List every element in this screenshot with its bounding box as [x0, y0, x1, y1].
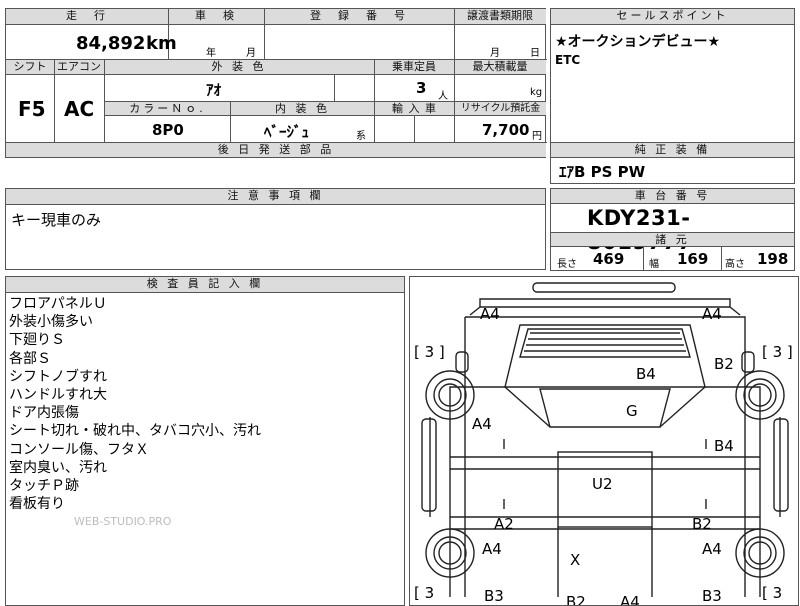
caution-header: 注 意 事 項 欄 [6, 189, 545, 205]
car-diagram-box: [ 3 ] [ 3 ] [ 3 [ 3 A4 A4 B4 B2 G A4 B4 … [409, 276, 799, 606]
inspection-year-unit: 年 [206, 48, 216, 59]
mark-fender-right: B2 [714, 355, 734, 373]
mark-door-right: B4 [714, 437, 734, 455]
capacity-header: 乗車定員 [374, 60, 454, 75]
car-outline-diagram [421, 282, 789, 597]
mark-rear-door-left: A4 [482, 540, 502, 558]
genuine-equipment-value: ｴｱB PS PW [559, 163, 646, 181]
shift-header: シフト [6, 60, 54, 75]
interior-color-suffix: 系 [356, 131, 366, 142]
color-no-header: カラーＮｏ. [105, 101, 230, 116]
genuine-equipment-header: 純 正 装 備 [551, 143, 794, 158]
interior-color-value: ﾍﾞｰｼﾞｭ [264, 123, 310, 141]
genuine-equipment-box: 純 正 装 備 ｴｱB PS PW [550, 142, 795, 184]
shift-value: F5 [18, 97, 46, 121]
sales-point-line-1: ★オークションデビュー★ [555, 34, 721, 50]
ac-header: エアコン [54, 60, 104, 75]
capacity-value: 3 [416, 79, 427, 97]
watermark: WEB-STUDIO.PRO [74, 515, 172, 528]
inspector-note: ドア内張傷 [9, 405, 79, 422]
transfer-header: 譲渡書類期限 [454, 9, 546, 25]
mark-door-left: A4 [472, 415, 492, 433]
parts-header: 後 日 発 送 部 品 [6, 143, 546, 157]
mark-front-left: A4 [480, 305, 500, 323]
width-value: 169 [677, 250, 709, 268]
sales-point-header: セールスポイント [551, 9, 794, 25]
tire-front-right-label: [ 3 ] [762, 343, 793, 361]
caution-text: キー現車のみ [11, 211, 102, 229]
tire-front-left-label: [ 3 ] [414, 343, 445, 361]
transfer-day-unit: 日 [530, 48, 540, 59]
exterior-color-value: ｱｵ [206, 81, 222, 99]
height-label: 高さ [725, 259, 745, 270]
inspector-note: フロアパネルＵ [9, 296, 107, 312]
inspector-note: 室内臭い、汚れ [9, 459, 107, 476]
chassis-header: 車 台 番 号 [551, 189, 794, 204]
dims-header: 諸 元 [551, 232, 794, 247]
length-label: 長さ [557, 259, 577, 270]
height-value: 198 [757, 250, 789, 268]
inspection-header: 車 検 [168, 9, 264, 25]
recycle-fee-value: 7,700 [482, 121, 530, 139]
inspector-notes: フロアパネルＵ 外装小傷多い 下廻りＳ 各部Ｓ シフトノブすれ ハンドルすれ大 … [9, 295, 261, 513]
length-value: 469 [593, 250, 625, 268]
mark-rear-left: B3 [484, 587, 504, 605]
transfer-month-unit: 月 [490, 48, 500, 59]
mark-rear-door-right: A4 [702, 540, 722, 558]
width-label: 幅 [649, 259, 659, 270]
mark-front-right: A4 [702, 305, 722, 323]
mark-sill-left: A2 [494, 515, 514, 533]
inspector-note: 各部Ｓ [9, 350, 51, 367]
inspector-note: 下廻りＳ [9, 332, 65, 349]
mileage-header: 走 行 [6, 9, 168, 25]
inspector-note: 外装小傷多い [9, 314, 93, 331]
capacity-unit: 人 [438, 91, 448, 102]
recycle-fee-unit: 円 [532, 131, 542, 142]
chassis-box: 車 台 番 号 KDY231-8019777 諸 元 長さ 469 幅 169 … [550, 188, 795, 271]
mark-cargo: X [570, 551, 581, 569]
interior-color-header: 内 装 色 [231, 101, 374, 116]
inspector-note: シフトノブすれ [9, 368, 107, 385]
max-load-header: 最大積載量 [454, 60, 546, 75]
mark-rear-right: B3 [702, 587, 722, 605]
ac-value: AC [64, 97, 95, 121]
inspection-month-unit: 月 [246, 48, 256, 59]
import-header: 輸 入 車 [375, 101, 454, 116]
caution-box: 注 意 事 項 欄 キー現車のみ [5, 188, 546, 270]
vehicle-info-table: 走 行 車 検 登 録 番 号 譲渡書類期限 84,892 km 年 月 月 日… [5, 8, 547, 158]
sales-point-line-2: ETC [555, 53, 581, 67]
tire-rear-left-label: [ 3 [414, 584, 435, 602]
inspector-note: シート切れ・破れ中、タバコ穴小、汚れ [9, 423, 261, 440]
inspector-note: コンソール傷、フタＸ [9, 441, 149, 458]
recycle-header: リサイクル預託金 [455, 101, 546, 116]
inspector-box: 検 査 員 記 入 欄 フロアパネルＵ 外装小傷多い 下廻りＳ 各部Ｓ シフトノ… [5, 276, 405, 606]
mileage-value: 84,892 [76, 33, 146, 54]
inspector-note: ハンドルすれ大 [9, 387, 107, 404]
inspector-note: タッチＰ跡 [9, 478, 79, 495]
max-load-unit: kg [530, 87, 543, 98]
exterior-color-header: 外 装 色 [104, 60, 374, 75]
sales-point-box: セールスポイント ★オークションデビュー★ ETC [550, 8, 795, 143]
inspector-note: 看板有り [9, 496, 65, 513]
mark-hood: B4 [636, 365, 656, 383]
tire-rear-right-label: [ 3 [762, 584, 783, 602]
mark-floor: U2 [592, 475, 613, 493]
color-no-value: 8P0 [152, 121, 184, 139]
mark-windshield: G [626, 402, 638, 420]
mark-sill-right: B2 [692, 515, 712, 533]
mileage-unit: km [146, 33, 177, 54]
inspector-header: 検 査 員 記 入 欄 [6, 277, 404, 293]
registration-header: 登 録 番 号 [264, 9, 454, 25]
